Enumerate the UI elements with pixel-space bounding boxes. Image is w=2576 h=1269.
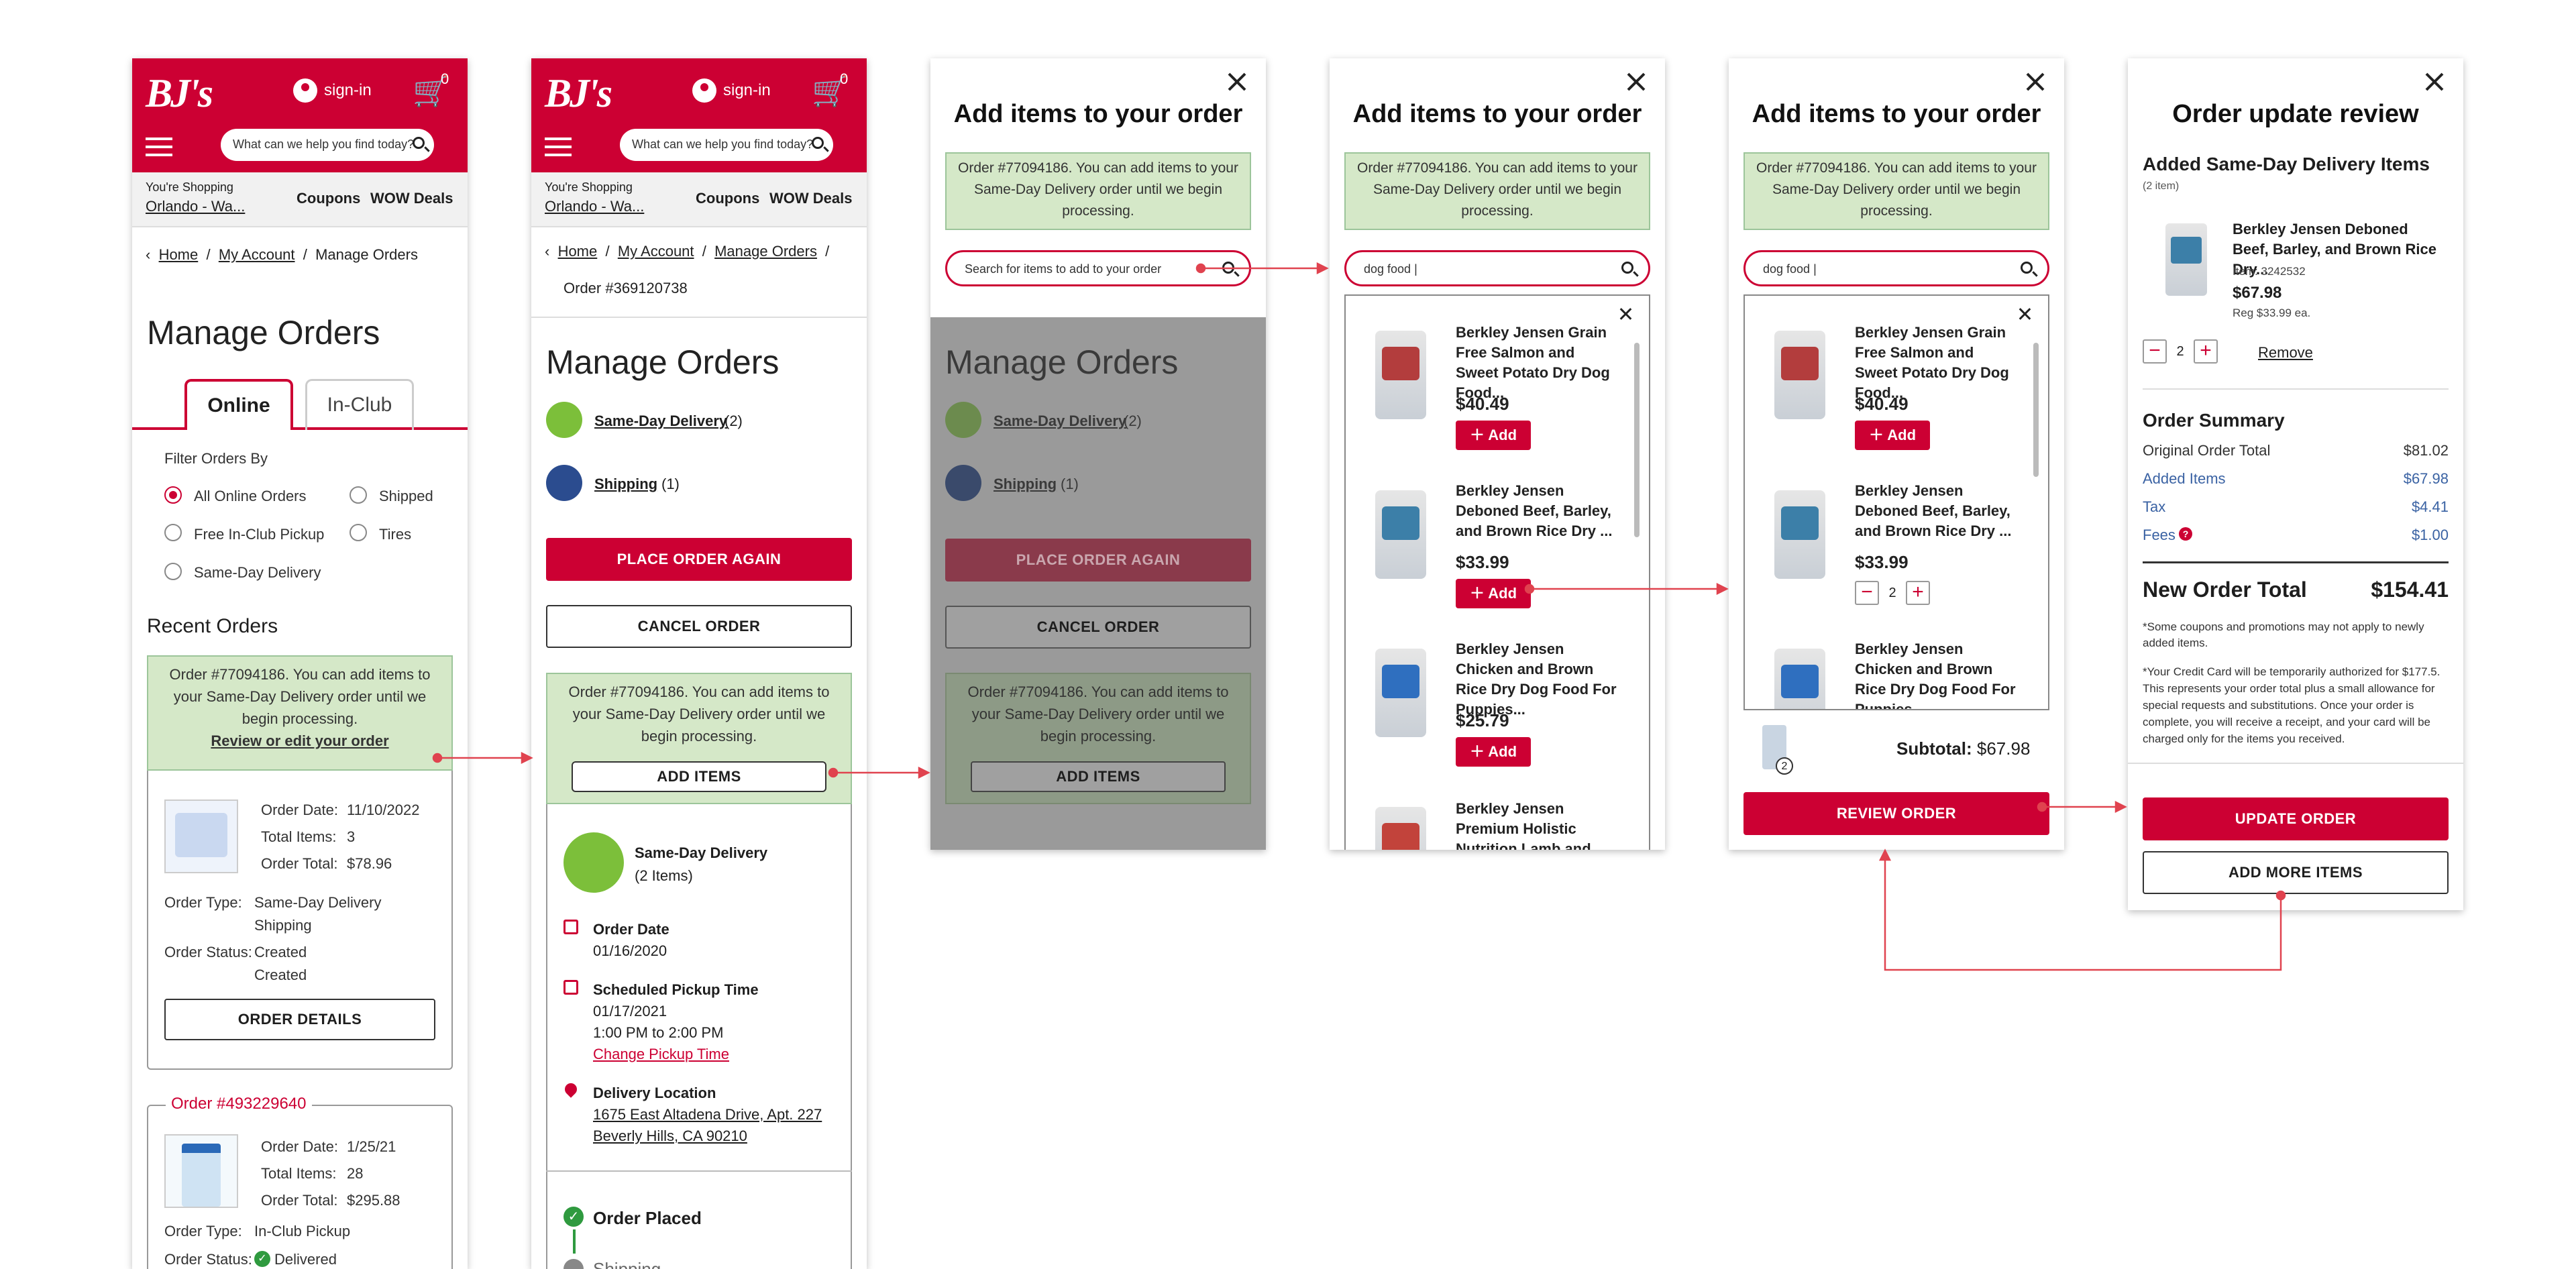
flow-arrowhead bbox=[2114, 800, 2127, 814]
flow-arrowhead bbox=[918, 766, 930, 779]
flow-arrowhead bbox=[521, 751, 533, 765]
flow-arrows bbox=[432, 262, 2286, 971]
flow-arrowhead bbox=[1716, 582, 1729, 596]
flow-arrowhead bbox=[1878, 848, 1892, 861]
flow-arrowhead bbox=[1316, 262, 1329, 275]
flow-line bbox=[1884, 860, 2282, 971]
